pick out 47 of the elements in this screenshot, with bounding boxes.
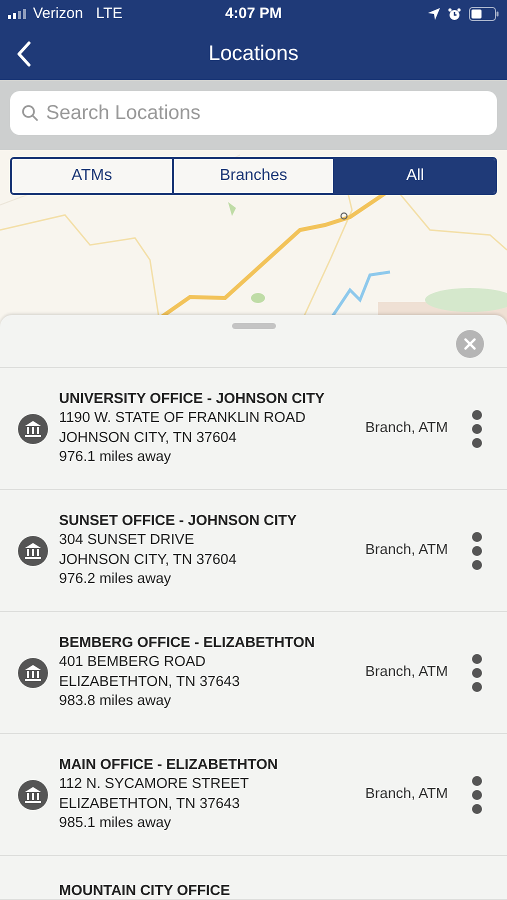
location-name[interactable]: UNIVERSITY OFFICE - JOHNSON CITY — [59, 390, 325, 409]
location-name[interactable]: MOUNTAIN CITY OFFICE — [59, 881, 230, 899]
more-button[interactable] — [470, 408, 484, 448]
carrier-name: Verizon — [33, 4, 84, 24]
bank-icon — [18, 780, 48, 810]
location-name[interactable]: SUNSET OFFICE - JOHNSON CITY — [59, 512, 297, 531]
location-distance: 976.1 miles away — [59, 448, 172, 467]
location-address: 401 BEMBERG ROAD — [59, 653, 207, 672]
bank-icon — [18, 658, 48, 688]
location-city: ELIZABETHTON, TN 37643 — [59, 794, 241, 814]
more-icon — [471, 654, 483, 692]
search-field[interactable]: Search Locations — [10, 91, 497, 135]
location-address: 112 N. SYCAMORE STREET — [59, 775, 250, 794]
location-distance: 985.1 miles away — [59, 814, 172, 833]
location-name[interactable]: BEMBERG OFFICE - ELIZABETHTON — [59, 634, 315, 653]
signal-icon — [8, 9, 28, 19]
network-type: LTE — [96, 4, 122, 24]
more-icon — [471, 410, 483, 448]
alarm-icon — [448, 8, 461, 20]
bank-icon — [18, 414, 48, 444]
location-city: ELIZABETHTON, TN 37643 — [59, 672, 241, 692]
location-address: 1190 W. STATE OF FRANKLIN ROAD — [59, 409, 307, 428]
close-icon — [464, 338, 476, 350]
more-icon — [471, 776, 483, 814]
page-title: Locations — [208, 41, 298, 68]
location-distance: 983.8 miles away — [59, 692, 172, 711]
location-city: JOHNSON CITY, TN 37604 — [59, 428, 238, 448]
more-button[interactable] — [470, 530, 484, 570]
more-button[interactable] — [470, 774, 484, 814]
search-icon — [21, 104, 39, 122]
location-address: 304 SUNSET DRIVE — [59, 531, 196, 550]
location-services: Branch, ATM — [365, 418, 448, 438]
filter-tab[interactable]: All — [333, 159, 495, 193]
more-icon — [471, 532, 483, 570]
status-time: 4:07 PM — [225, 4, 282, 24]
location-city: JOHNSON CITY, TN 37604 — [59, 550, 238, 570]
location-name[interactable]: MAIN OFFICE - ELIZABETHTON — [59, 756, 278, 775]
more-button[interactable] — [470, 652, 484, 692]
drag-handle[interactable] — [232, 323, 276, 329]
location-services: Branch, ATM — [365, 784, 448, 804]
back-chevron-icon — [17, 41, 31, 67]
battery-icon — [469, 7, 499, 21]
location-distance: 976.2 miles away — [59, 570, 172, 589]
location-services: Branch, ATM — [365, 662, 448, 682]
bank-icon — [18, 536, 48, 566]
location-services: Branch, ATM — [365, 540, 448, 560]
location-arrow-icon — [428, 8, 440, 20]
